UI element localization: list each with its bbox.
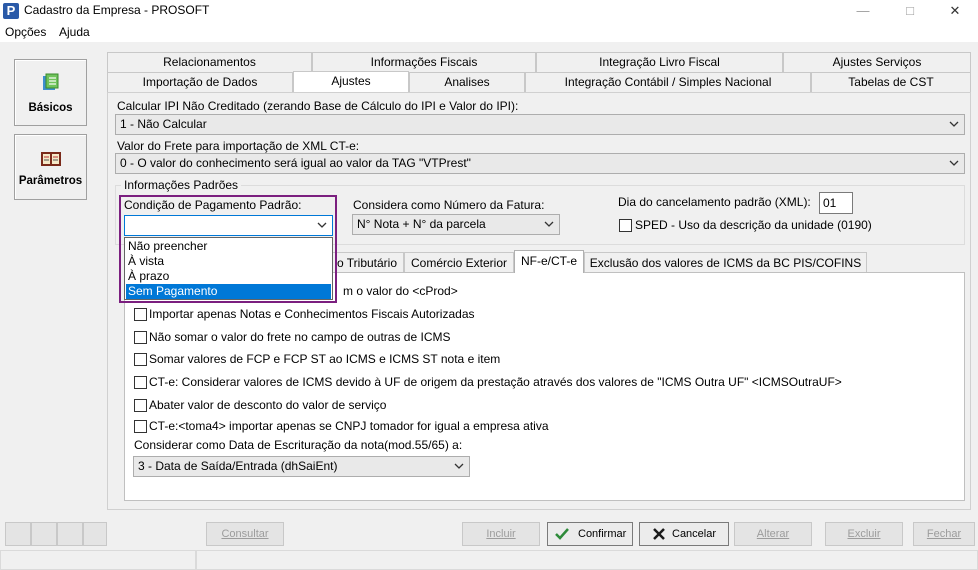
ipi-select-value: 1 - Não Calcular bbox=[120, 117, 207, 131]
fatura-label: Considera como Número da Fatura: bbox=[353, 198, 545, 212]
dropdown-option-sem-pagamento[interactable]: Sem Pagamento bbox=[126, 284, 331, 299]
minimize-button[interactable]: — bbox=[840, 0, 886, 22]
tab-ajustes-servicos[interactable]: Ajustes Serviços bbox=[783, 52, 971, 72]
app-icon: P bbox=[3, 3, 19, 19]
label-toma4: CT-e:<toma4> importar apenas se CNPJ tom… bbox=[149, 419, 549, 433]
status-cell-2 bbox=[196, 550, 978, 570]
ipi-select[interactable]: 1 - Não Calcular bbox=[115, 114, 965, 135]
label-abater-desconto: Abater valor de desconto do valor de ser… bbox=[149, 398, 387, 412]
ipi-label: Calcular IPI Não Creditado (zerando Base… bbox=[117, 99, 519, 113]
tab-importacao-dados[interactable]: Importação de Dados bbox=[107, 72, 293, 92]
menu-bar: Opções Ajuda bbox=[0, 22, 978, 42]
cancel-x-icon bbox=[653, 528, 665, 540]
inner-tab-tributario[interactable]: o Tributário bbox=[330, 252, 404, 273]
dropdown-option-nao-preencher[interactable]: Não preencher bbox=[126, 239, 331, 254]
checkbox-icms-outra-uf[interactable] bbox=[134, 376, 147, 389]
label-importar-autorizadas: Importar apenas Notas e Conhecimentos Fi… bbox=[149, 307, 475, 321]
frete-select[interactable]: 0 - O valor do conhecimento será igual a… bbox=[115, 153, 965, 174]
confirmar-label: Confirmar bbox=[578, 528, 627, 540]
fechar-button[interactable]: Fechar bbox=[913, 522, 975, 546]
checkbox-somar-fcp[interactable] bbox=[134, 353, 147, 366]
menu-opcoes[interactable]: Opções bbox=[5, 25, 46, 39]
chevron-down-icon bbox=[544, 221, 554, 227]
nav-basicos-label: Básicos bbox=[28, 102, 73, 114]
parametros-icon bbox=[41, 152, 61, 166]
maximize-button[interactable]: □ bbox=[887, 0, 933, 22]
cond-pagamento-dropdown-list: Não preencher À vista À prazo Sem Pagame… bbox=[124, 237, 333, 300]
nav-first-button[interactable] bbox=[5, 522, 31, 546]
escrituracao-select-value: 3 - Data de Saída/Entrada (dhSaiEnt) bbox=[138, 459, 338, 473]
dia-cancelamento-input[interactable]: 01 bbox=[819, 192, 853, 214]
title-bar: P Cadastro da Empresa - PROSOFT — □ ✕ bbox=[0, 0, 978, 22]
dia-cancelamento-label: Dia do cancelamento padrão (XML): bbox=[618, 195, 811, 209]
chevron-down-icon bbox=[454, 463, 464, 469]
checkbox-nao-somar-frete[interactable] bbox=[134, 331, 147, 344]
tab-integracao-livro-fiscal[interactable]: Integração Livro Fiscal bbox=[536, 52, 783, 72]
nav-prev-button[interactable] bbox=[31, 522, 57, 546]
consultar-button[interactable]: Consultar bbox=[206, 522, 284, 546]
tab-informacoes-fiscais[interactable]: Informações Fiscais bbox=[312, 52, 536, 72]
cancelar-button[interactable]: Cancelar bbox=[639, 522, 729, 546]
menu-ajuda[interactable]: Ajuda bbox=[59, 25, 90, 39]
tab-ajustes[interactable]: Ajustes bbox=[293, 71, 409, 92]
nav-next-button[interactable] bbox=[57, 522, 83, 546]
dropdown-option-a-prazo[interactable]: À prazo bbox=[126, 269, 331, 284]
excluir-button[interactable]: Excluir bbox=[825, 522, 903, 546]
fatura-select[interactable]: N° Nota + N° da parcela bbox=[352, 214, 560, 235]
status-cell-1 bbox=[0, 550, 196, 570]
escrituracao-label: Considerar como Data de Escrituração da … bbox=[134, 438, 463, 452]
window-title: Cadastro da Empresa - PROSOFT bbox=[24, 3, 210, 17]
frete-select-value: 0 - O valor do conhecimento será igual a… bbox=[120, 156, 471, 170]
alterar-button[interactable]: Alterar bbox=[734, 522, 812, 546]
frete-label: Valor do Frete para importação de XML CT… bbox=[117, 139, 360, 153]
label-nao-somar-frete: Não somar o valor do frete no campo de o… bbox=[149, 330, 451, 344]
sped-label: SPED - Uso da descrição da unidade (0190… bbox=[635, 218, 872, 232]
checkbox-importar-autorizadas[interactable] bbox=[134, 308, 147, 321]
check-icon bbox=[555, 528, 569, 540]
escrituracao-select[interactable]: 3 - Data de Saída/Entrada (dhSaiEnt) bbox=[133, 456, 470, 477]
tab-integracao-contabil[interactable]: Integração Contábil / Simples Nacional bbox=[525, 72, 811, 92]
cancelar-label: Cancelar bbox=[672, 528, 717, 540]
cprod-partial-label: m o valor do <cProd> bbox=[343, 284, 458, 298]
informacoes-padroes-legend: Informações Padrões bbox=[121, 178, 242, 192]
nav-basicos-button[interactable]: Básicos bbox=[14, 59, 87, 126]
chevron-down-icon bbox=[949, 121, 959, 127]
inner-tab-nfe-cte[interactable]: NF-e/CT-e bbox=[514, 250, 584, 273]
tab-relacionamentos[interactable]: Relacionamentos bbox=[107, 52, 312, 72]
dropdown-option-a-vista[interactable]: À vista bbox=[126, 254, 331, 269]
chevron-down-icon bbox=[949, 160, 959, 166]
nav-last-button[interactable] bbox=[83, 522, 107, 546]
nav-parametros-button[interactable]: Parâmetros bbox=[14, 134, 87, 200]
inner-tab-exclusao-icms[interactable]: Exclusão dos valores de ICMS da BC PIS/C… bbox=[584, 252, 867, 273]
checkbox-abater-desconto[interactable] bbox=[134, 399, 147, 412]
incluir-button[interactable]: Incluir bbox=[462, 522, 540, 546]
fatura-select-value: N° Nota + N° da parcela bbox=[357, 217, 486, 231]
sped-checkbox[interactable] bbox=[619, 219, 632, 232]
tab-analises[interactable]: Analises bbox=[409, 72, 525, 92]
inner-tab-comercio-exterior[interactable]: Comércio Exterior bbox=[404, 252, 514, 273]
confirmar-button[interactable]: Confirmar bbox=[547, 522, 633, 546]
close-button[interactable]: ✕ bbox=[932, 0, 978, 22]
nav-parametros-label: Parâmetros bbox=[18, 175, 83, 187]
label-somar-fcp: Somar valores de FCP e FCP ST ao ICMS e … bbox=[149, 352, 501, 366]
tab-tabelas-cst[interactable]: Tabelas de CST bbox=[811, 72, 971, 92]
checkbox-toma4[interactable] bbox=[134, 420, 147, 433]
label-icms-outra-uf: CT-e: Considerar valores de ICMS devido … bbox=[149, 375, 842, 389]
basicos-icon bbox=[43, 73, 59, 90]
